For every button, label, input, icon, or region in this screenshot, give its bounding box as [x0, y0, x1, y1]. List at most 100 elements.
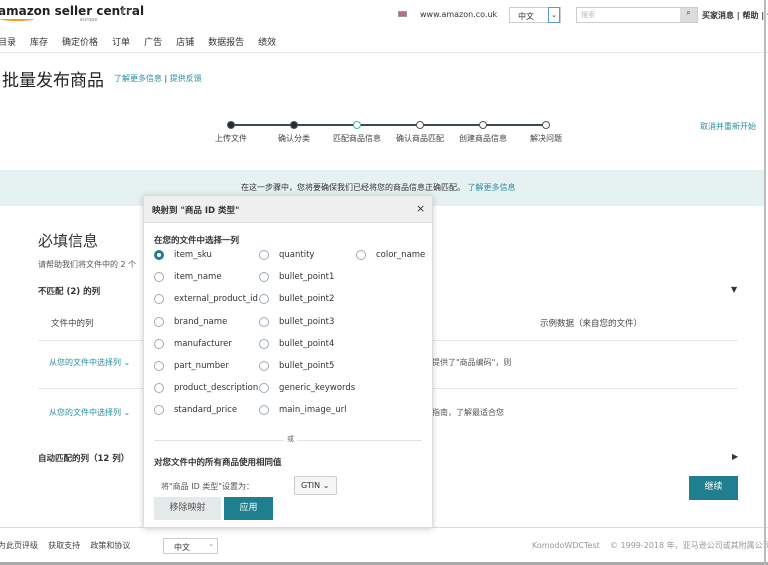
- nav-inventory[interactable]: 库存: [30, 38, 48, 48]
- radio-button[interactable]: [259, 272, 269, 283]
- step-label: 确认分类: [278, 134, 310, 143]
- column-select-2[interactable]: 从您的文件中选择列 ⌄: [49, 407, 130, 418]
- radio-button[interactable]: [259, 294, 269, 305]
- banner-learn-more[interactable]: 了解更多信息: [468, 183, 516, 192]
- search-icon[interactable]: ⌕: [680, 8, 697, 22]
- sample-data-1: 提供了"商品编码"，则: [432, 358, 512, 367]
- radio-button[interactable]: [154, 294, 164, 305]
- language-select[interactable]: 中文 ⌄: [509, 7, 561, 23]
- step-label: 确认商品匹配: [396, 134, 444, 143]
- section-subtitle: 请帮助我们将文件中的 2 个: [38, 260, 137, 269]
- step-dot-1: [227, 121, 235, 129]
- flag-icon[interactable]: ⚐: [120, 6, 131, 20]
- footer-copyright: © 1999-2018 年，亚马逊公司或其附属公司: [609, 541, 768, 550]
- collapse-arrow-icon[interactable]: ▼: [731, 285, 737, 294]
- close-icon[interactable]: ×: [416, 202, 425, 215]
- nav-pricing[interactable]: 确定价格: [62, 38, 98, 48]
- continue-button[interactable]: 继续: [689, 476, 738, 500]
- banner-text: 在这一步骤中，您将要确保我们已经将您的商品信息正确匹配。: [241, 183, 465, 192]
- main-nav: 目录 库存 确定价格 订单 广告 店铺 数据报告 绩效: [0, 35, 290, 48]
- auto-matched-header[interactable]: 自动匹配的列（12 列）: [38, 452, 129, 464]
- step-dot-2: [290, 121, 298, 129]
- radio-button[interactable]: [259, 316, 269, 327]
- unmatched-header[interactable]: 不匹配 (2) 的列: [38, 285, 100, 297]
- same-value-label: 对您文件中的所有商品使用相同值: [154, 458, 282, 468]
- nav-orders[interactable]: 订单: [112, 38, 130, 48]
- radio-button[interactable]: [356, 250, 366, 260]
- expand-arrow-icon[interactable]: ▶: [732, 452, 738, 461]
- option-label: product_description: [174, 383, 259, 394]
- option-label: external_product_id: [174, 294, 258, 305]
- footer-policies[interactable]: 政策和协议: [90, 541, 130, 550]
- or-label: 或: [284, 434, 297, 444]
- learn-more-link[interactable]: 了解更多信息: [114, 74, 162, 83]
- step-dot-6: [542, 121, 550, 129]
- radio-button[interactable]: [154, 383, 164, 394]
- search-input[interactable]: 搜索 ⌕: [576, 7, 698, 23]
- set-id-type-label: 将"商品 ID 类型"设置为：: [161, 482, 254, 491]
- sample-data-2: 指南，了解最适合您: [432, 408, 504, 417]
- radio-button[interactable]: [259, 250, 269, 260]
- radio-button[interactable]: [259, 383, 269, 394]
- uk-flag-icon: [398, 11, 407, 17]
- remove-mapping-button[interactable]: 移除映射: [154, 497, 221, 520]
- option-label: color_name: [376, 250, 426, 260]
- chevron-down-icon: ⌄: [548, 7, 560, 23]
- id-type-select[interactable]: GTIN ⌄: [294, 476, 337, 495]
- radio-button[interactable]: [259, 405, 269, 416]
- divider: [0, 52, 768, 53]
- option-label: item_sku: [174, 250, 212, 260]
- cancel-restart-link[interactable]: 取消并重新开始: [700, 121, 756, 132]
- col-header-sample: 示例数据（来自您的文件）: [540, 319, 643, 329]
- radio-button[interactable]: [154, 361, 164, 371]
- option-label: manufacturer: [174, 338, 232, 349]
- radio-button[interactable]: [154, 338, 164, 349]
- modal-title: 映射到 "商品 ID 类型": [152, 206, 240, 216]
- option-label: bullet_point1: [279, 272, 335, 283]
- nav-reports[interactable]: 数据报告: [208, 38, 244, 48]
- nav-ads[interactable]: 广告: [144, 38, 162, 48]
- link-buyer-messages[interactable]: 买家消息: [702, 11, 734, 20]
- col-header-file: 文件中的列: [51, 319, 94, 329]
- option-label: standard_price: [174, 405, 238, 416]
- radio-button[interactable]: [154, 405, 164, 416]
- marketplace-label: www.amazon.co.uk: [420, 10, 498, 19]
- option-label: quantity: [279, 250, 315, 260]
- radio-button[interactable]: [154, 250, 164, 260]
- choose-column-label: 在您的文件中选择一列: [154, 236, 240, 246]
- page-title: 批量发布商品: [2, 71, 104, 91]
- step-connector: [357, 124, 420, 126]
- scrollbar-edge: [764, 0, 766, 565]
- nav-stores[interactable]: 店铺: [176, 38, 194, 48]
- option-label: bullet_point4: [279, 338, 335, 349]
- link-help[interactable]: 帮助: [743, 11, 759, 20]
- nav-catalog[interactable]: 目录: [0, 38, 16, 48]
- step-label: 解决问题: [530, 134, 562, 143]
- mapping-modal: 映射到 "商品 ID 类型" × 在您的文件中选择一列 item_sku item_…: [143, 195, 433, 528]
- footer-language-select[interactable]: 中文 ⌄: [163, 538, 218, 554]
- option-label: bullet_point3: [279, 316, 335, 327]
- feedback-link[interactable]: 提供反馈: [170, 74, 202, 83]
- nav-performance[interactable]: 绩效: [258, 38, 276, 48]
- footer-support[interactable]: 获取支持: [48, 541, 80, 550]
- option-label: brand_name: [174, 316, 228, 327]
- radio-button[interactable]: [154, 316, 164, 327]
- step-connector: [420, 124, 483, 126]
- step-connector: [483, 124, 546, 126]
- chevron-down-icon: ⌄: [208, 540, 214, 548]
- radio-button[interactable]: [259, 361, 269, 371]
- step-label: 匹配商品信息: [333, 134, 381, 143]
- option-label: main_image_url: [279, 405, 347, 416]
- step-dot-4: [416, 121, 424, 129]
- footer-rate[interactable]: 为此页评级: [0, 541, 38, 550]
- step-dot-5: [479, 121, 487, 129]
- step-dot-3: [353, 121, 361, 129]
- step-label: 上传文件: [215, 134, 247, 143]
- option-label: item_name: [174, 272, 222, 283]
- step-connector: [231, 124, 294, 126]
- column-select-1[interactable]: 从您的文件中选择列 ⌄: [49, 357, 130, 368]
- step-connector: [294, 124, 357, 126]
- apply-button[interactable]: 应用: [224, 497, 273, 520]
- radio-button[interactable]: [154, 272, 164, 283]
- radio-button[interactable]: [259, 338, 269, 349]
